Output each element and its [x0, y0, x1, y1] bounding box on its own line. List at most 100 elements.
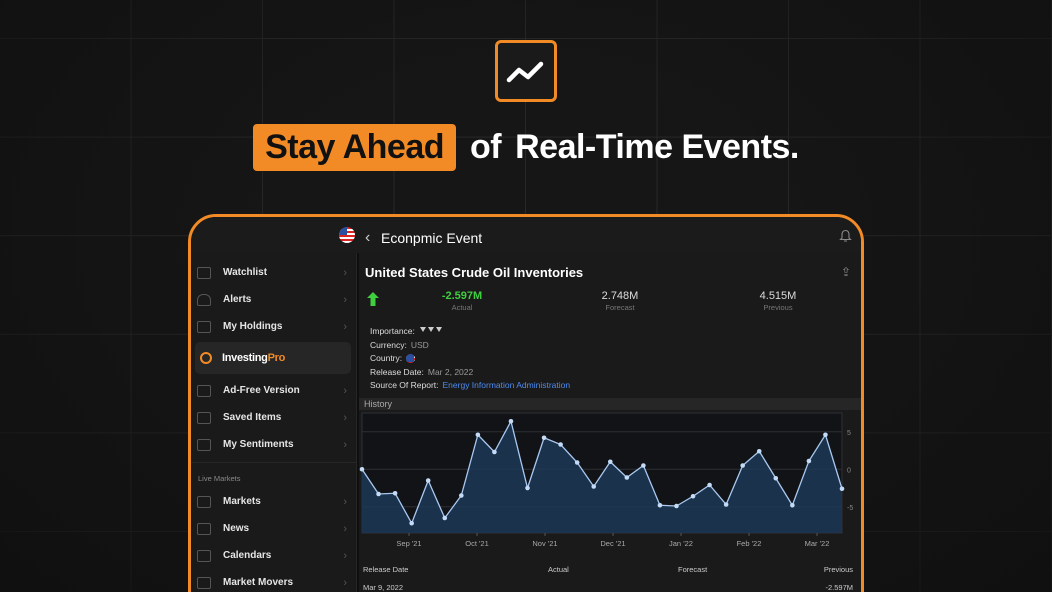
data-point: [425, 478, 431, 483]
sidebar-item-label: Calendars: [223, 550, 272, 561]
release-date-label: Release Date:: [370, 366, 424, 377]
stat-previous: 4.515M Previous: [699, 290, 857, 312]
x-tick-label: Jan '22: [669, 539, 693, 548]
data-point: [839, 486, 845, 492]
data-point: [475, 432, 481, 438]
release-date-value: Mar 2, 2022: [427, 366, 474, 377]
markets-icon: [197, 495, 211, 508]
data-point: [607, 459, 613, 465]
source-link[interactable]: Energy Information Administration: [443, 380, 571, 390]
sidebar-item-ad-free[interactable]: Ad-Free Version ›: [191, 377, 356, 404]
us-flag-icon: [406, 354, 416, 364]
sidebar-item-label: Markets: [223, 496, 261, 507]
forecast-value: 2.748M: [601, 290, 639, 302]
sidebar: Watchlist › Alerts › My Holdings › Inves…: [191, 253, 357, 592]
x-tick-label: Oct '21: [465, 539, 489, 548]
sidebar-item-label: Market Movers: [223, 577, 294, 588]
sidebar-item-my-sentiments[interactable]: My Sentiments ›: [191, 431, 356, 458]
col-actual: Actual: [548, 565, 569, 574]
share-icon[interactable]: ⇪: [841, 265, 851, 279]
sidebar-item-label: Watchlist: [223, 267, 268, 278]
importance-label: Importance:: [370, 326, 415, 336]
data-point: [525, 485, 530, 491]
data-point: [674, 503, 679, 509]
source-label: Source Of Report:: [370, 380, 439, 391]
chevron-right-icon: ›: [343, 266, 347, 279]
country-label: Country:: [370, 353, 403, 364]
data-point: [359, 466, 365, 472]
chevron-right-icon: ›: [343, 384, 347, 397]
data-point: [574, 460, 580, 465]
y-tick-label: 5: [847, 430, 851, 437]
sidebar-item-my-holdings[interactable]: My Holdings ›: [191, 313, 356, 340]
sidebar-item-watchlist[interactable]: Watchlist ›: [191, 259, 356, 286]
previous-value: 4.515M: [759, 290, 797, 302]
chevron-right-icon: ›: [343, 293, 347, 306]
sidebar-item-calendars[interactable]: Calendars ›: [191, 542, 356, 569]
headline-highlight: Stay Ahead: [253, 124, 457, 171]
history-header: History: [359, 398, 861, 410]
importance-bulls-icon: [420, 327, 443, 332]
trend-line-icon: [506, 61, 544, 83]
previous-label: Previous: [763, 303, 793, 312]
top-bar: ‹ Econpmic Event: [191, 217, 861, 253]
bookmark-icon: [197, 411, 211, 424]
sidebar-item-market-movers[interactable]: Market Movers ›: [191, 569, 356, 592]
sidebar-item-label: My Holdings: [223, 321, 283, 332]
market-movers-icon: [197, 576, 211, 589]
row-release-date: Mar 9, 2022: [363, 583, 404, 592]
pro-logo-icon: [200, 352, 212, 364]
stat-actual: -2.597M Actual: [383, 290, 541, 312]
x-tick-label: Nov '21: [532, 539, 557, 548]
data-point: [657, 502, 663, 508]
data-point: [376, 491, 381, 497]
row-previous: -2.597M: [825, 583, 853, 592]
y-tick-label: -5: [847, 505, 853, 512]
calendar-icon: [197, 549, 211, 562]
data-point: [558, 442, 563, 447]
actual-label: Actual: [451, 303, 473, 312]
sidebar-item-news[interactable]: News ›: [191, 515, 356, 542]
sidebar-item-alerts[interactable]: Alerts ›: [191, 286, 356, 313]
bell-icon: [197, 293, 211, 306]
newspaper-icon: [197, 522, 211, 535]
bell-icon[interactable]: [839, 229, 852, 243]
data-point: [409, 520, 414, 526]
headline-rest: Real-Time Events.: [515, 128, 799, 166]
chevron-right-icon: ›: [343, 411, 347, 424]
chevron-right-icon: ›: [343, 495, 347, 508]
stat-forecast: 2.748M Forecast: [541, 290, 699, 312]
currency-value: USD: [410, 339, 429, 350]
trend-up-arrow-icon: [367, 291, 383, 311]
ad-free-icon: [197, 384, 211, 397]
event-title: United States Crude Oil Inventories: [365, 265, 584, 280]
event-info: Importance: Currency: USD Country: Releas…: [370, 325, 570, 393]
sidebar-item-saved-items[interactable]: Saved Items ›: [191, 404, 356, 431]
chevron-right-icon: ›: [343, 320, 347, 333]
chevron-right-icon: ›: [343, 522, 347, 535]
x-tick-label: Feb '22: [737, 539, 762, 548]
data-point: [459, 493, 464, 498]
actual-value: -2.597M: [441, 290, 483, 302]
col-forecast: Forecast: [678, 565, 708, 574]
x-tick-label: Sep '21: [396, 539, 421, 548]
col-previous: Previous: [823, 565, 853, 574]
data-point: [442, 515, 448, 521]
data-point: [392, 490, 398, 496]
data-point: [690, 493, 696, 499]
headline-of: of: [470, 128, 502, 166]
data-point: [492, 449, 497, 455]
data-point: [790, 502, 795, 508]
chevron-right-icon: ›: [343, 576, 347, 589]
y-tick-label: 0: [847, 467, 851, 474]
sentiment-icon: [197, 438, 211, 451]
sidebar-item-markets[interactable]: Markets ›: [191, 488, 356, 515]
wallet-icon: [197, 320, 211, 333]
us-flag-icon: [339, 227, 355, 243]
sidebar-item-investing-pro[interactable]: Investing Pro: [195, 342, 351, 374]
currency-label: Currency:: [370, 339, 407, 350]
back-chevron-icon[interactable]: ‹: [365, 229, 370, 247]
event-stats: -2.597M Actual 2.748M Forecast 4.515M Pr…: [363, 287, 857, 315]
sidebar-item-label: My Sentiments: [223, 439, 294, 450]
data-point: [806, 458, 812, 464]
